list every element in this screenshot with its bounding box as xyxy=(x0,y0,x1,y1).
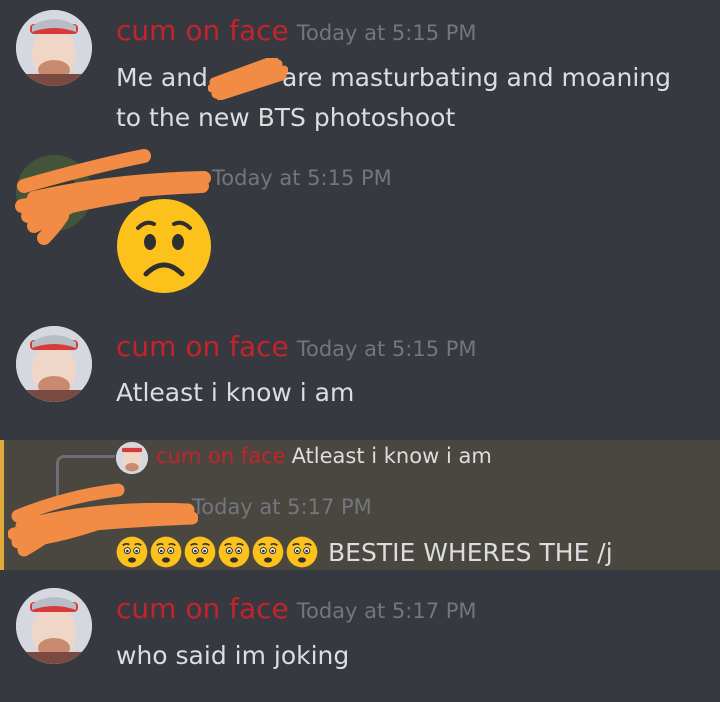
message-text-part: are masturbating and moaning xyxy=(281,63,671,92)
anxious-face-emoji xyxy=(150,536,182,568)
user-avatar-image xyxy=(16,588,92,664)
avatar[interactable] xyxy=(16,10,92,86)
emoji-row xyxy=(116,536,320,568)
anxious-face-emoji xyxy=(286,536,318,568)
timestamp: Today at 5:15 PM xyxy=(296,21,477,45)
avatar[interactable] xyxy=(16,155,92,231)
user-avatar-image xyxy=(16,10,92,86)
timestamp: Today at 5:15 PM xyxy=(212,166,392,190)
avatar[interactable] xyxy=(16,588,92,664)
anxious-face-emoji xyxy=(116,536,148,568)
reply-avatar[interactable] xyxy=(116,442,148,474)
reply-preview[interactable]: cum on face Atleast i know i am xyxy=(156,444,492,468)
username[interactable]: cum on face xyxy=(116,330,289,363)
reply-connector xyxy=(56,455,115,498)
worried-face-emoji xyxy=(117,199,211,293)
timestamp: Today at 5:15 PM xyxy=(296,337,477,361)
username[interactable]: cum on face xyxy=(116,592,289,625)
user-avatar-image xyxy=(16,155,92,231)
reply-text: Atleast i know i am xyxy=(291,444,492,468)
user-avatar-image xyxy=(116,442,148,474)
user-avatar-image xyxy=(16,326,92,402)
timestamp: Today at 5:17 PM xyxy=(296,599,477,623)
username[interactable]: cum on face xyxy=(116,14,289,47)
anxious-face-emoji xyxy=(218,536,250,568)
message-text-line: who said im joking xyxy=(116,641,350,670)
avatar[interactable] xyxy=(16,326,92,402)
timestamp: Today at 5:17 PM xyxy=(192,495,372,519)
reply-username[interactable]: cum on face xyxy=(156,444,286,468)
message-text: BESTIE WHERES THE /j xyxy=(328,537,613,567)
message-text-part: Me and xyxy=(116,63,208,92)
message-text-line: to the new BTS photoshoot xyxy=(116,103,456,132)
message-content: BESTIE WHERES THE /j xyxy=(116,536,613,568)
message-text-line: Atleast i know i am xyxy=(116,378,355,407)
anxious-face-emoji xyxy=(184,536,216,568)
anxious-face-emoji xyxy=(252,536,284,568)
